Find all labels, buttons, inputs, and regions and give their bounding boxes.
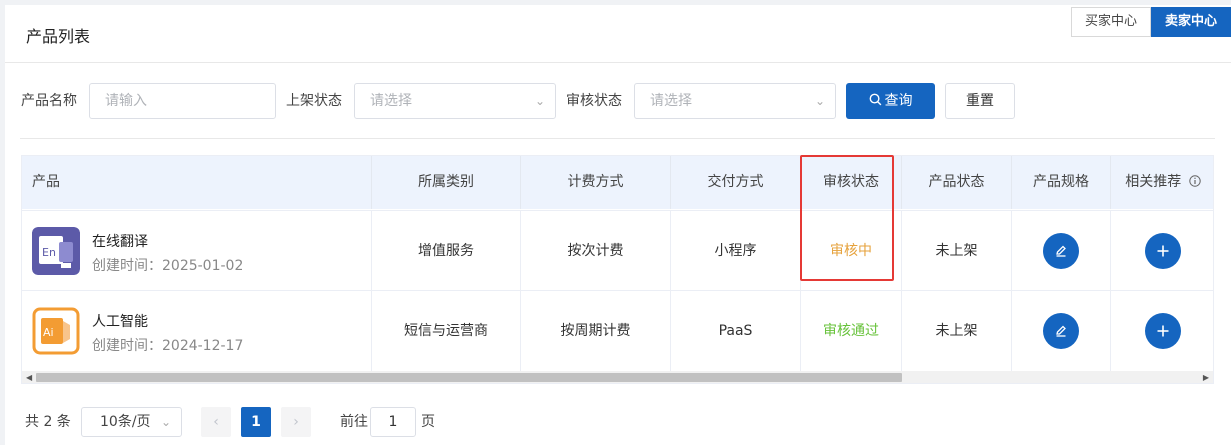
audit-status-select[interactable]: 请选择 ⌄ (634, 83, 836, 119)
translate-app-icon: En (32, 227, 80, 275)
page-title: 产品列表 (26, 27, 91, 46)
listing-status-placeholder: 请选择 (370, 93, 412, 109)
product-name-input[interactable]: 请输入 (89, 83, 276, 119)
delivery-cell: 小程序 (671, 211, 801, 291)
product-name[interactable]: 在线翻译 (92, 231, 148, 251)
product-cell: En 在线翻译 创建时间：2025-01-02 (22, 211, 372, 291)
product-name[interactable]: 人工智能 (92, 311, 148, 331)
table-row: Ai 人工智能 创建时间：2024-12-17 短信与运营商 按周期计费 Paa… (22, 290, 1213, 371)
info-icon[interactable] (1189, 175, 1201, 187)
filter-bar: 产品名称 请输入 上架状态 请选择 ⌄ 审核状态 请选择 ⌄ 查询 重置 (5, 83, 1231, 119)
plus-icon (1157, 325, 1169, 337)
scroll-left-arrow-icon[interactable]: ◀ (26, 371, 32, 383)
product-status-cell: 未上架 (902, 291, 1012, 371)
reset-button[interactable]: 重置 (945, 83, 1015, 119)
table-row: En 在线翻译 创建时间：2025-01-02 增值服务 按次计费 小程序 审核… (22, 210, 1213, 291)
goto-suffix: 页 (421, 414, 435, 430)
horizontal-scrollbar[interactable]: ◀ ▶ (22, 371, 1213, 383)
page-number-current[interactable]: 1 (241, 407, 271, 437)
recommend-cell (1111, 211, 1213, 291)
product-created-time: 创建时间：2025-01-02 (92, 258, 244, 274)
svg-text:En: En (42, 246, 56, 259)
col-delivery: 交付方式 (671, 156, 801, 209)
edit-icon (1056, 325, 1066, 337)
table-header: 产品 所属类别 计费方式 交付方式 审核状态 产品状态 产品规格 相关推荐 (22, 156, 1213, 209)
spec-cell (1012, 291, 1111, 371)
col-billing: 计费方式 (521, 156, 671, 209)
goto-prefix: 前往 (340, 414, 368, 430)
chevron-down-icon: ⌄ (814, 94, 825, 108)
scroll-right-arrow-icon[interactable]: ▶ (1203, 371, 1209, 383)
product-name-label: 产品名称 (21, 93, 77, 109)
next-page-button[interactable]: › (281, 407, 311, 437)
ai-app-icon: Ai (32, 307, 80, 355)
col-spec: 产品规格 (1012, 156, 1111, 209)
main-card: 产品列表 买家中心 卖家中心 产品名称 请输入 上架状态 请选择 ⌄ 审核状态 … (5, 5, 1231, 445)
edit-spec-button[interactable] (1043, 233, 1079, 269)
svg-text:Ai: Ai (43, 326, 54, 339)
listing-status-label: 上架状态 (286, 93, 342, 109)
col-product: 产品 (22, 156, 372, 209)
page-size-value: 10条/页 (100, 414, 151, 430)
spec-cell (1012, 211, 1111, 291)
product-cell: Ai 人工智能 创建时间：2024-12-17 (22, 291, 372, 371)
add-recommend-button[interactable] (1145, 233, 1181, 269)
col-product-status: 产品状态 (902, 156, 1012, 209)
col-recommend: 相关推荐 (1111, 156, 1213, 209)
total-count: 共 2 条 (25, 414, 71, 430)
audit-status-label: 审核状态 (566, 93, 622, 109)
col-category: 所属类别 (372, 156, 521, 209)
product-created-time: 创建时间：2024-12-17 (92, 338, 244, 354)
delivery-cell: PaaS (671, 291, 801, 371)
chevron-down-icon: ⌄ (534, 94, 545, 108)
divider (20, 138, 1215, 139)
prev-page-button[interactable]: ‹ (201, 407, 231, 437)
seller-center-tab[interactable]: 卖家中心 (1151, 7, 1231, 37)
page-size-select[interactable]: 10条/页 ⌄ (81, 407, 182, 437)
category-cell: 增值服务 (372, 211, 521, 291)
edit-icon (1056, 245, 1066, 257)
query-label: 查询 (884, 93, 913, 109)
center-switcher: 买家中心 卖家中心 (1071, 7, 1231, 37)
audit-status-cell: 审核通过 (801, 291, 902, 371)
edit-spec-button[interactable] (1043, 313, 1079, 349)
billing-cell: 按周期计费 (521, 291, 671, 371)
card-header: 产品列表 买家中心 卖家中心 (5, 5, 1231, 63)
query-button[interactable]: 查询 (846, 83, 935, 119)
add-recommend-button[interactable] (1145, 313, 1181, 349)
listing-status-select[interactable]: 请选择 ⌄ (354, 83, 556, 119)
billing-cell: 按次计费 (521, 211, 671, 291)
product-status-cell: 未上架 (902, 211, 1012, 291)
col-recommend-label: 相关推荐 (1125, 174, 1182, 190)
buyer-center-tab[interactable]: 买家中心 (1071, 7, 1151, 37)
chevron-down-icon: ⌄ (160, 415, 171, 429)
plus-icon (1157, 245, 1169, 257)
recommend-cell (1111, 291, 1213, 371)
search-icon (869, 93, 881, 106)
category-cell: 短信与运营商 (372, 291, 521, 371)
goto-page-input[interactable]: 1 (370, 407, 416, 437)
audit-status-highlight (800, 155, 894, 281)
scrollbar-thumb[interactable] (36, 373, 902, 382)
product-table: 产品 所属类别 计费方式 交付方式 审核状态 产品状态 产品规格 相关推荐 En… (21, 155, 1214, 384)
audit-status-placeholder: 请选择 (650, 93, 692, 109)
